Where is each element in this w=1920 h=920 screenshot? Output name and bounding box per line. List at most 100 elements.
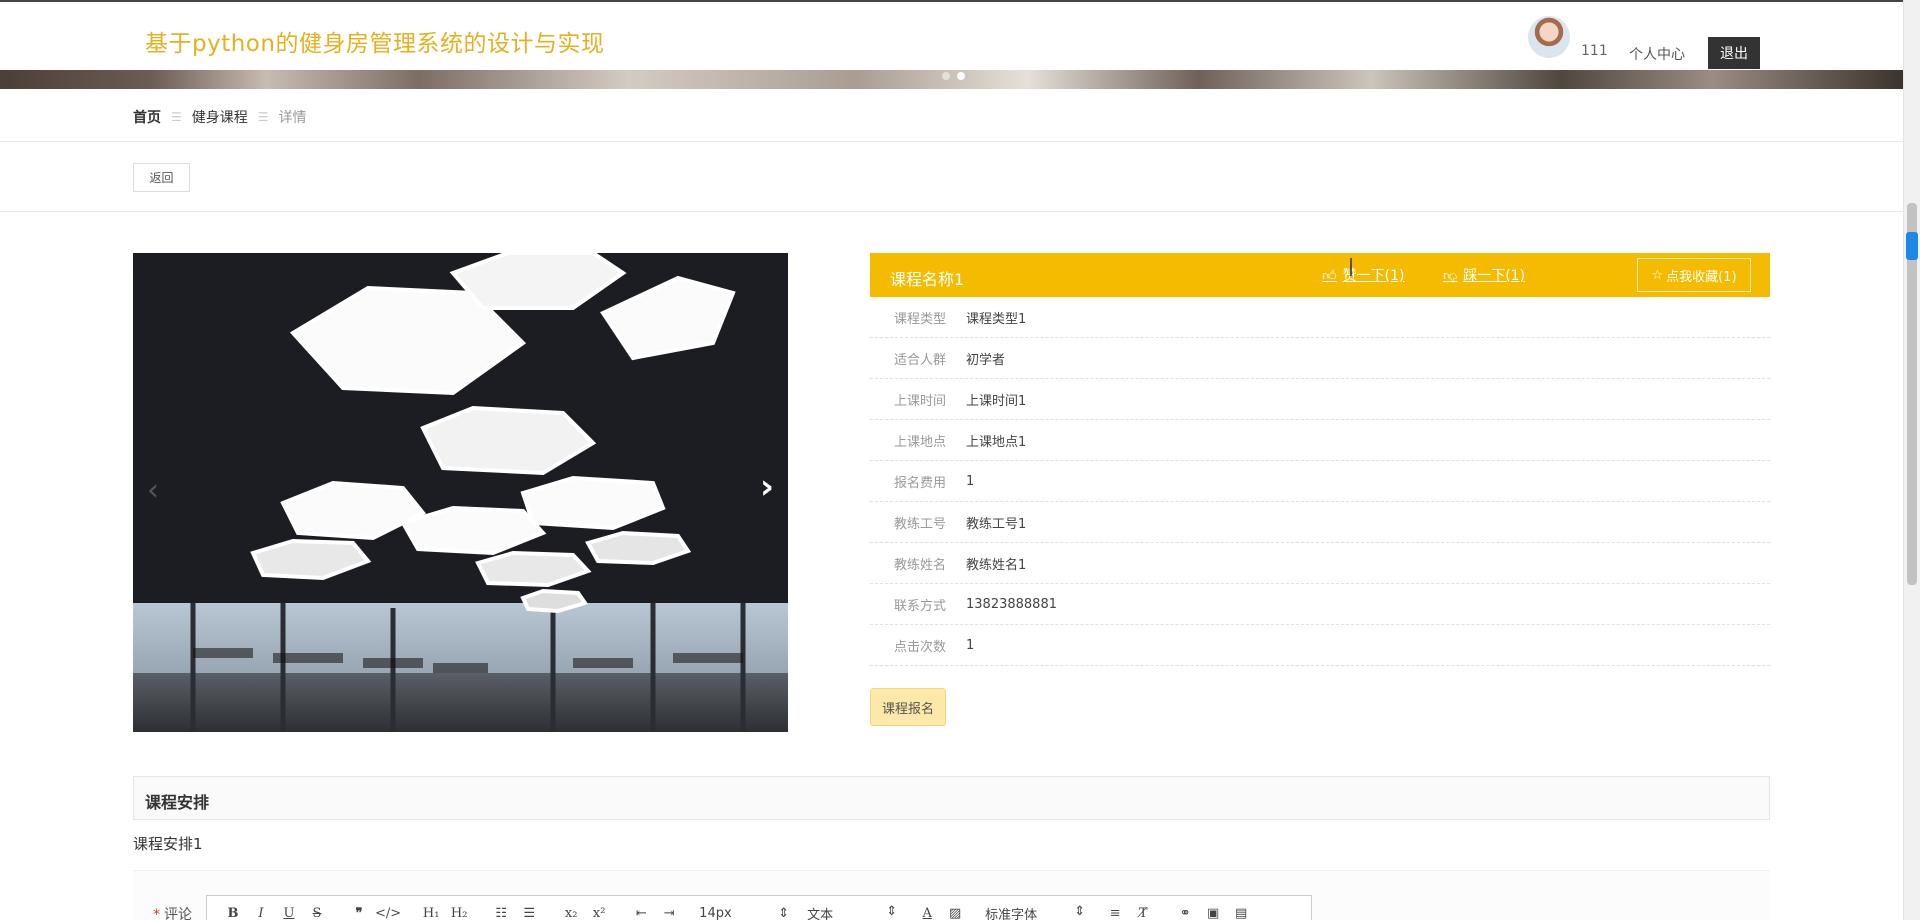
carousel-next-icon[interactable]: › bbox=[760, 467, 774, 507]
info-value: 上课地点1 bbox=[966, 434, 1027, 450]
star-icon: ☆ bbox=[1651, 267, 1664, 283]
text-type-value: 文本 bbox=[807, 908, 834, 920]
banner-dot-active[interactable] bbox=[957, 72, 965, 80]
course-detail-panel: 课程名称1 👍︎ 赞一下(1) 👎︎ 踩一下(1) ☆ 点我收藏(1) 课程类型… bbox=[870, 253, 1770, 666]
info-value: 初学者 bbox=[966, 352, 1006, 368]
comment-form: * 评论 B I U S ❞ </> H₁ H₂ ☷ ☰ x₂ x² ⇤ ⇥ 14… bbox=[133, 870, 1770, 920]
info-row: 课程类型 课程类型1 bbox=[870, 297, 1770, 338]
indent-icon[interactable]: ⇥ bbox=[657, 906, 681, 920]
divider bbox=[0, 211, 1903, 212]
back-button[interactable]: 返回 bbox=[133, 163, 190, 192]
logout-button[interactable]: 退出 bbox=[1708, 37, 1760, 69]
breadcrumb-category[interactable]: 健身课程 bbox=[192, 107, 248, 127]
info-value: 教练姓名1 bbox=[966, 557, 1027, 573]
select-arrows-icon: ⇕ bbox=[886, 904, 898, 919]
info-label: 联系方式 bbox=[893, 598, 946, 614]
info-label: 教练工号 bbox=[893, 516, 946, 532]
info-row: 教练姓名 教练姓名1 bbox=[870, 543, 1770, 584]
info-label: 课程类型 bbox=[893, 311, 946, 327]
divider bbox=[0, 141, 1903, 142]
link-icon[interactable]: ⚭ bbox=[1173, 906, 1197, 920]
top-navbar: 基于python的健身房管理系统的设计与实现 111 个人中心 退出 bbox=[0, 0, 1903, 70]
underline-icon[interactable]: U bbox=[277, 906, 301, 920]
schedule-content: 课程安排1 bbox=[133, 835, 203, 853]
font-family-select[interactable]: 标准字体 ⇕ bbox=[985, 904, 1085, 920]
font-family-value: 标准字体 bbox=[985, 908, 1038, 920]
info-value: 1 bbox=[966, 637, 975, 653]
select-arrows-icon: ⇕ bbox=[1074, 904, 1086, 919]
code-icon[interactable]: </> bbox=[375, 906, 401, 920]
favorite-button[interactable]: ☆ 点我收藏(1) bbox=[1637, 258, 1751, 292]
favorite-label: 点我收藏(1) bbox=[1666, 269, 1737, 285]
info-label: 上课地点 bbox=[893, 434, 946, 450]
username: 111 bbox=[1581, 43, 1608, 59]
info-label: 上课时间 bbox=[893, 393, 946, 409]
enroll-button[interactable]: 课程报名 bbox=[870, 688, 946, 726]
breadcrumb-home[interactable]: 首页 bbox=[133, 107, 161, 127]
video-icon[interactable]: ▤ bbox=[1229, 906, 1253, 920]
subscript-icon[interactable]: x₂ bbox=[559, 906, 583, 920]
comment-label-text: 评论 bbox=[164, 907, 192, 920]
scrollbar-thumb[interactable] bbox=[1907, 203, 1917, 585]
course-info-list: 课程类型 课程类型1 适合人群 初学者 上课时间 上课时间1 上课地点 上课地点… bbox=[870, 297, 1770, 666]
course-name: 课程名称1 bbox=[890, 270, 965, 289]
info-value: 1 bbox=[966, 473, 975, 489]
thumbs-up-icon: 👍︎ bbox=[1322, 267, 1337, 284]
info-row: 教练工号 教练工号1 bbox=[870, 502, 1770, 543]
outdent-icon[interactable]: ⇤ bbox=[629, 906, 653, 920]
info-label: 教练姓名 bbox=[893, 557, 946, 573]
dislike-label: 踩一下(1) bbox=[1463, 268, 1526, 284]
superscript-icon[interactable]: x² bbox=[587, 906, 611, 920]
schedule-title: 课程安排 bbox=[145, 793, 210, 812]
font-color-icon[interactable]: A bbox=[915, 906, 939, 920]
info-value: 教练工号1 bbox=[966, 516, 1027, 532]
carousel-prev-icon[interactable]: ‹ bbox=[147, 473, 159, 508]
heading2-icon[interactable]: H₂ bbox=[447, 906, 471, 920]
bullet-list-icon[interactable]: ☰ bbox=[517, 906, 541, 920]
site-title[interactable]: 基于python的健身房管理系统的设计与实现 bbox=[145, 24, 604, 58]
font-size-select[interactable]: 14px ⇕ bbox=[699, 906, 789, 920]
font-size-value: 14px bbox=[699, 906, 732, 920]
info-label: 点击次数 bbox=[893, 639, 946, 655]
breadcrumb: 首页 ☰ 健身课程 ☰ 详情 bbox=[133, 107, 307, 127]
info-row: 点击次数 1 bbox=[870, 625, 1770, 666]
info-row: 联系方式 13823888881 bbox=[870, 584, 1770, 625]
heading1-icon[interactable]: H₁ bbox=[419, 906, 443, 920]
italic-icon[interactable]: I bbox=[249, 906, 273, 920]
thumbs-down-icon: 👎︎ bbox=[1443, 267, 1458, 284]
bold-icon[interactable]: B bbox=[221, 906, 245, 920]
breadcrumb-separator-icon: ☰ bbox=[171, 110, 182, 124]
info-value: 课程类型1 bbox=[966, 311, 1027, 327]
quote-icon[interactable]: ❞ bbox=[347, 906, 371, 920]
user-center-link[interactable]: 个人中心 bbox=[1629, 44, 1685, 64]
dislike-button[interactable]: 👎︎ 踩一下(1) bbox=[1443, 265, 1525, 285]
image-icon[interactable]: ▣ bbox=[1201, 906, 1225, 920]
align-icon[interactable]: ≡ bbox=[1103, 906, 1127, 920]
schedule-section-header: 课程安排 bbox=[133, 776, 1770, 820]
page-scrollbar[interactable] bbox=[1903, 0, 1920, 920]
info-label: 适合人群 bbox=[893, 352, 946, 368]
ordered-list-icon[interactable]: ☷ bbox=[489, 906, 513, 920]
page: 基于python的健身房管理系统的设计与实现 111 个人中心 退出 首页 ☰ … bbox=[0, 0, 1920, 920]
course-image-carousel[interactable]: ‹ › bbox=[133, 253, 788, 732]
banner-indicators bbox=[942, 72, 965, 80]
info-row: 报名费用 1 bbox=[870, 461, 1770, 502]
select-arrows-icon: ⇕ bbox=[778, 906, 790, 920]
info-label: 报名费用 bbox=[893, 475, 946, 491]
scroll-position-marker bbox=[1906, 232, 1918, 260]
avatar[interactable] bbox=[1528, 16, 1570, 58]
background-color-icon[interactable]: ▨ bbox=[943, 906, 967, 920]
strikethrough-icon[interactable]: S bbox=[305, 906, 329, 920]
info-value: 上课时间1 bbox=[966, 393, 1027, 409]
text-type-select[interactable]: 文本 ⇕ bbox=[807, 904, 897, 920]
info-row: 上课地点 上课地点1 bbox=[870, 420, 1770, 461]
clear-format-icon[interactable]: T̸ bbox=[1131, 906, 1155, 920]
info-row: 上课时间 上课时间1 bbox=[870, 379, 1770, 420]
breadcrumb-current: 详情 bbox=[278, 110, 307, 126]
gym-photo bbox=[133, 253, 788, 732]
comment-label: * 评论 bbox=[153, 904, 192, 920]
text-cursor-icon bbox=[1350, 258, 1352, 276]
rich-text-toolbar: B I U S ❞ </> H₁ H₂ ☷ ☰ x₂ x² ⇤ ⇥ 14px ⇕ bbox=[206, 895, 1312, 920]
like-button[interactable]: 👍︎ 赞一下(1) bbox=[1322, 265, 1404, 285]
banner-dot[interactable] bbox=[942, 72, 950, 80]
